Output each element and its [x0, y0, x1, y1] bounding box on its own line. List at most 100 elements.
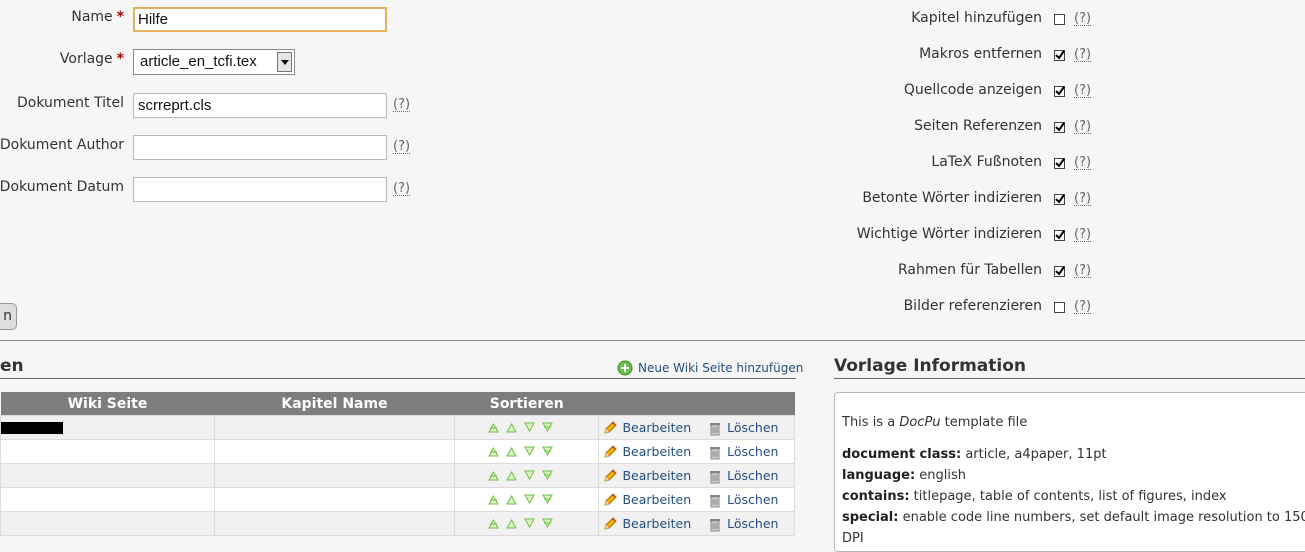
edit-link[interactable]: Bearbeiten — [622, 444, 691, 459]
actions-cell: Bearbeiten Löschen — [598, 487, 795, 512]
table-row: Bearbeiten Löschen — [0, 415, 795, 440]
option-checkbox[interactable] — [1054, 230, 1065, 241]
help-icon[interactable]: (?) — [1074, 300, 1092, 314]
wiki-page-cell — [0, 463, 215, 488]
help-icon[interactable]: (?) — [1074, 12, 1092, 26]
move-up-icon[interactable] — [506, 494, 517, 505]
move-top-icon[interactable] — [488, 422, 499, 433]
option-checkbox[interactable] — [1054, 158, 1065, 169]
wiki-page-cell — [0, 415, 215, 440]
move-down-icon[interactable] — [524, 422, 535, 433]
chevron-down-icon[interactable] — [277, 52, 292, 72]
section-underline — [0, 378, 796, 379]
option-checkbox[interactable] — [1054, 86, 1065, 97]
option-checkbox[interactable] — [1054, 194, 1065, 205]
option-checkbox[interactable] — [1054, 50, 1065, 61]
info-section-title: Vorlage Information — [834, 356, 1027, 376]
doc-author-input[interactable] — [133, 135, 387, 160]
sort-cell — [453, 415, 600, 440]
wiki-page-cell — [0, 487, 215, 512]
edit-icon — [604, 420, 618, 434]
option-label: Bilder referenzieren — [903, 298, 1042, 314]
move-bottom-icon[interactable] — [542, 494, 553, 505]
template-select[interactable]: article_en_tcfi.tex — [133, 49, 295, 75]
move-up-icon[interactable] — [506, 470, 517, 481]
help-icon[interactable]: (?) — [1074, 84, 1092, 98]
sort-cell — [453, 511, 600, 536]
name-label: Name * — [71, 9, 124, 25]
help-icon[interactable]: (?) — [1074, 156, 1092, 170]
delete-link[interactable]: Löschen — [727, 420, 778, 435]
move-down-icon[interactable] — [524, 494, 535, 505]
move-bottom-icon[interactable] — [542, 446, 553, 457]
doc-title-label: Dokument Titel — [17, 95, 124, 111]
help-icon[interactable]: (?) — [393, 98, 411, 112]
wiki-page-cell — [0, 439, 215, 464]
template-info-box: This is a DocPu template file document c… — [834, 392, 1305, 552]
option-checkbox[interactable] — [1054, 122, 1065, 133]
move-down-icon[interactable] — [524, 446, 535, 457]
check-icon — [1055, 230, 1065, 240]
move-bottom-icon[interactable] — [542, 470, 553, 481]
help-icon[interactable]: (?) — [1074, 192, 1092, 206]
doc-date-label: Dokument Datum — [0, 179, 124, 195]
submit-button[interactable]: n — [0, 303, 17, 330]
table-row: Bearbeiten Löschen — [0, 463, 795, 488]
chapter-name-cell — [213, 463, 456, 488]
move-top-icon[interactable] — [488, 494, 499, 505]
chapter-name-cell — [213, 415, 456, 440]
move-down-icon[interactable] — [524, 518, 535, 529]
move-down-icon[interactable] — [524, 470, 535, 481]
template-info-line: language: english — [842, 468, 967, 483]
edit-link[interactable]: Bearbeiten — [622, 516, 691, 531]
col-chapter-name[interactable]: Kapitel Name — [214, 392, 455, 416]
pages-section-title: en — [0, 356, 24, 376]
option-label: Makros entfernen — [919, 46, 1042, 62]
actions-cell: Bearbeiten Löschen — [598, 463, 795, 488]
edit-icon — [604, 516, 618, 530]
option-checkbox[interactable] — [1054, 266, 1065, 277]
help-icon[interactable]: (?) — [1074, 120, 1092, 134]
doc-title-input[interactable] — [133, 93, 387, 118]
check-icon — [1055, 50, 1065, 60]
move-up-icon[interactable] — [506, 518, 517, 529]
move-bottom-icon[interactable] — [542, 518, 553, 529]
redacted-text — [1, 421, 63, 434]
check-icon — [1055, 122, 1065, 132]
template-label: Vorlage * — [59, 51, 124, 67]
edit-link[interactable]: Bearbeiten — [622, 492, 691, 507]
edit-link[interactable]: Bearbeiten — [622, 420, 691, 435]
delete-link[interactable]: Löschen — [727, 444, 778, 459]
table-row: Bearbeiten Löschen — [0, 511, 795, 536]
help-icon[interactable]: (?) — [1074, 264, 1092, 278]
doc-date-input[interactable] — [133, 177, 387, 202]
actions-cell: Bearbeiten Löschen — [598, 415, 795, 440]
move-top-icon[interactable] — [488, 518, 499, 529]
move-top-icon[interactable] — [488, 470, 499, 481]
delete-link[interactable]: Löschen — [727, 492, 778, 507]
move-bottom-icon[interactable] — [542, 422, 553, 433]
help-icon[interactable]: (?) — [1074, 48, 1092, 62]
option-checkbox[interactable] — [1054, 302, 1065, 313]
col-wiki-page[interactable]: Wiki Seite — [0, 392, 215, 416]
template-info-line: special: enable code line numbers, set d… — [842, 510, 1305, 546]
delete-link[interactable]: Löschen — [727, 516, 778, 531]
name-input[interactable] — [133, 7, 387, 32]
help-icon[interactable]: (?) — [1074, 228, 1092, 242]
edit-link[interactable]: Bearbeiten — [622, 468, 691, 483]
delete-link[interactable]: Löschen — [727, 468, 778, 483]
col-sort[interactable]: Sortieren — [454, 392, 599, 416]
edit-icon — [604, 492, 618, 506]
add-wiki-page-label: Neue Wiki Seite hinzufügen — [638, 361, 804, 375]
help-icon[interactable]: (?) — [393, 140, 411, 154]
add-wiki-page-link[interactable]: Neue Wiki Seite hinzufügen — [617, 360, 803, 376]
col-actions — [598, 392, 795, 416]
help-icon[interactable]: (?) — [393, 182, 411, 196]
option-label: Rahmen für Tabellen — [897, 262, 1042, 278]
sort-cell — [453, 487, 600, 512]
trash-icon — [710, 446, 721, 459]
move-up-icon[interactable] — [506, 446, 517, 457]
option-checkbox[interactable] — [1054, 14, 1065, 25]
move-top-icon[interactable] — [488, 446, 499, 457]
move-up-icon[interactable] — [506, 422, 517, 433]
